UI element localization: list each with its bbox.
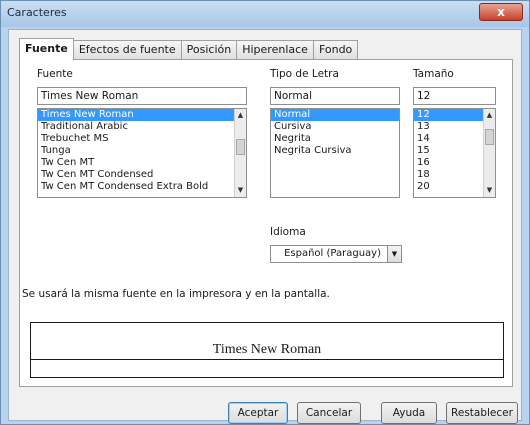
font-list-item[interactable]: Tunga — [38, 145, 246, 157]
style-list[interactable]: Normal Cursiva Negrita Negrita Cursiva — [270, 108, 400, 198]
ok-button[interactable]: Aceptar — [228, 402, 288, 424]
size-list[interactable]: 12 13 14 15 16 18 20 ▲ ▼ — [413, 108, 496, 198]
preview-baseline — [31, 359, 503, 360]
tab-hiperenlace[interactable]: Hiperenlace — [236, 40, 314, 60]
style-list-item[interactable]: Cursiva — [271, 121, 399, 133]
font-list-scrollbar[interactable]: ▲ ▼ — [234, 109, 246, 197]
tab-posicion[interactable]: Posición — [180, 40, 238, 60]
language-label: Idioma — [270, 226, 306, 238]
tab-bar: Fuente Efectos de fuente Posición Hipere… — [19, 38, 359, 60]
scroll-up-icon[interactable]: ▲ — [484, 110, 495, 121]
help-button[interactable]: Ayuda — [381, 402, 437, 424]
font-name-input[interactable]: Times New Roman — [37, 87, 247, 105]
style-label: Tipo de Letra — [270, 68, 339, 80]
scroll-thumb[interactable] — [485, 129, 494, 145]
font-list-items: Times New Roman Traditional Arabic Trebuch… — [38, 109, 246, 193]
style-list-item[interactable]: Normal — [271, 109, 399, 121]
language-select[interactable]: Español (Paraguay) ▼ — [270, 245, 402, 263]
font-list-item[interactable]: Times New Roman — [38, 109, 246, 121]
language-value: Español (Paraguay) — [284, 248, 381, 259]
scroll-down-icon[interactable]: ▼ — [235, 185, 246, 196]
reset-button[interactable]: Restablecer — [446, 402, 518, 424]
font-list-item[interactable]: Trebuchet MS — [38, 133, 246, 145]
style-list-items: Normal Cursiva Negrita Negrita Cursiva — [271, 109, 399, 157]
scroll-down-icon[interactable]: ▼ — [484, 185, 495, 196]
window-title: Caracteres — [7, 6, 67, 19]
dialog-client: Fuente Efectos de fuente Posición Hipere… — [8, 29, 522, 424]
scroll-up-icon[interactable]: ▲ — [235, 110, 246, 121]
tab-fuente[interactable]: Fuente — [19, 38, 74, 60]
font-list-item[interactable]: Tw Cen MT — [38, 157, 246, 169]
cancel-button[interactable]: Cancelar — [297, 402, 361, 424]
font-list-item[interactable]: Traditional Arabic — [38, 121, 246, 133]
size-input[interactable]: 12 — [413, 87, 496, 105]
font-tab-panel: Fuente Times New Roman Times New Roman Tr… — [19, 59, 513, 387]
size-label: Tamaño — [413, 68, 454, 80]
title-bar[interactable]: Caracteres x — [1, 1, 529, 27]
style-list-item[interactable]: Negrita Cursiva — [271, 145, 399, 157]
close-icon[interactable]: x — [479, 3, 523, 21]
font-list-item[interactable]: Tw Cen MT Condensed Extra Bold — [38, 181, 246, 193]
scroll-thumb[interactable] — [236, 139, 245, 155]
dialog-window: Caracteres x Fuente Efectos de fuente Po… — [0, 0, 530, 425]
font-preview: Times New Roman — [30, 322, 504, 378]
font-label: Fuente — [37, 68, 73, 80]
printer-screen-note: Se usará la misma fuente en la impresora… — [22, 288, 330, 300]
preview-text: Times New Roman — [212, 342, 322, 357]
chevron-down-icon[interactable]: ▼ — [387, 246, 401, 262]
font-list-item[interactable]: Tw Cen MT Condensed — [38, 169, 246, 181]
size-list-scrollbar[interactable]: ▲ ▼ — [483, 109, 495, 197]
style-list-item[interactable]: Negrita — [271, 133, 399, 145]
tab-fondo[interactable]: Fondo — [312, 40, 359, 60]
style-input[interactable]: Normal — [270, 87, 400, 105]
font-name-list[interactable]: Times New Roman Traditional Arabic Trebuch… — [37, 108, 247, 198]
tab-efectos-de-fuente[interactable]: Efectos de fuente — [72, 40, 182, 60]
